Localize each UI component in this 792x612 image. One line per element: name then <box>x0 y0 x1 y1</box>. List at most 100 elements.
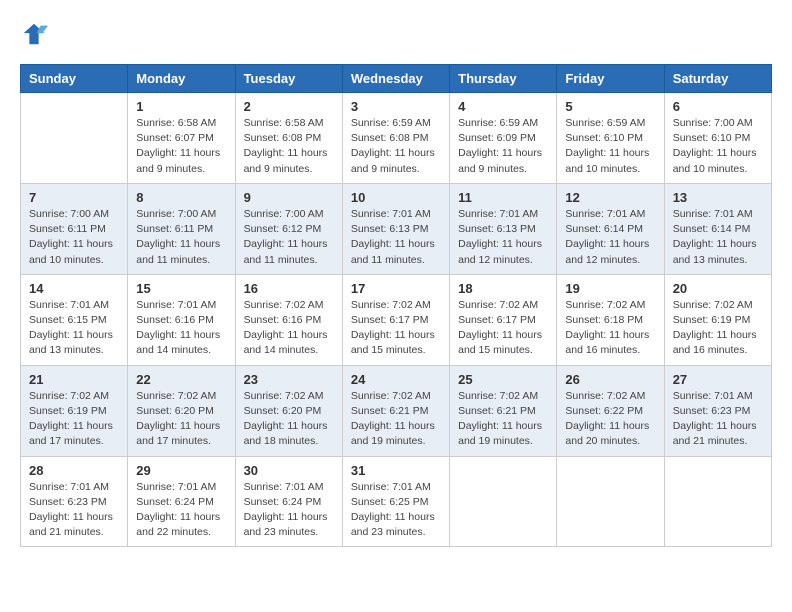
calendar-cell: 19 Sunrise: 7:02 AMSunset: 6:18 PMDayligh… <box>557 274 664 365</box>
day-info: Sunrise: 7:02 AMSunset: 6:17 PMDaylight:… <box>351 298 441 359</box>
day-number: 19 <box>565 281 655 296</box>
day-info: Sunrise: 6:59 AMSunset: 6:10 PMDaylight:… <box>565 116 655 177</box>
calendar-cell <box>21 93 128 184</box>
calendar-cell: 1 Sunrise: 6:58 AMSunset: 6:07 PMDaylight… <box>128 93 235 184</box>
day-info: Sunrise: 7:01 AMSunset: 6:24 PMDaylight:… <box>244 480 334 541</box>
calendar-cell: 11 Sunrise: 7:01 AMSunset: 6:13 PMDayligh… <box>450 183 557 274</box>
page-header <box>20 20 772 48</box>
calendar-cell: 21Sunrise: 7:02 AMSunset: 6:19 PMDayligh… <box>21 365 128 456</box>
day-info: Sunrise: 7:02 AMSunset: 6:21 PMDaylight:… <box>458 389 548 450</box>
calendar-cell <box>557 456 664 547</box>
day-number: 28 <box>29 463 119 478</box>
calendar-cell: 14Sunrise: 7:01 AMSunset: 6:15 PMDayligh… <box>21 274 128 365</box>
calendar-cell <box>664 456 771 547</box>
calendar-cell: 3 Sunrise: 6:59 AMSunset: 6:08 PMDaylight… <box>342 93 449 184</box>
day-info: Sunrise: 7:00 AMSunset: 6:10 PMDaylight:… <box>673 116 763 177</box>
day-info: Sunrise: 7:01 AMSunset: 6:14 PMDaylight:… <box>673 207 763 268</box>
day-number: 7 <box>29 190 119 205</box>
calendar-cell: 28 Sunrise: 7:01 AMSunset: 6:23 PMDayligh… <box>21 456 128 547</box>
weekday-header-thursday: Thursday <box>450 65 557 93</box>
calendar-cell <box>450 456 557 547</box>
day-number: 15 <box>136 281 226 296</box>
day-number: 4 <box>458 99 548 114</box>
calendar-cell: 12 Sunrise: 7:01 AMSunset: 6:14 PMDayligh… <box>557 183 664 274</box>
calendar-cell: 9Sunrise: 7:00 AMSunset: 6:12 PMDaylight… <box>235 183 342 274</box>
day-info: Sunrise: 7:02 AMSunset: 6:17 PMDaylight:… <box>458 298 548 359</box>
calendar-cell: 27 Sunrise: 7:01 AMSunset: 6:23 PMDayligh… <box>664 365 771 456</box>
calendar-cell: 23 Sunrise: 7:02 AMSunset: 6:20 PMDayligh… <box>235 365 342 456</box>
day-number: 1 <box>136 99 226 114</box>
day-info: Sunrise: 7:01 AMSunset: 6:13 PMDaylight:… <box>351 207 441 268</box>
logo-icon <box>20 20 48 48</box>
day-number: 26 <box>565 372 655 387</box>
day-number: 31 <box>351 463 441 478</box>
calendar-cell: 7 Sunrise: 7:00 AMSunset: 6:11 PMDaylight… <box>21 183 128 274</box>
calendar-cell: 20 Sunrise: 7:02 AMSunset: 6:19 PMDayligh… <box>664 274 771 365</box>
calendar-cell: 6Sunrise: 7:00 AMSunset: 6:10 PMDaylight… <box>664 93 771 184</box>
day-info: Sunrise: 7:02 AMSunset: 6:19 PMDaylight:… <box>673 298 763 359</box>
calendar-week-row: 1 Sunrise: 6:58 AMSunset: 6:07 PMDaylight… <box>21 93 772 184</box>
day-number: 23 <box>244 372 334 387</box>
calendar-cell: 24Sunrise: 7:02 AMSunset: 6:21 PMDayligh… <box>342 365 449 456</box>
calendar-cell: 30 Sunrise: 7:01 AMSunset: 6:24 PMDayligh… <box>235 456 342 547</box>
day-number: 2 <box>244 99 334 114</box>
day-number: 11 <box>458 190 548 205</box>
day-number: 20 <box>673 281 763 296</box>
day-number: 27 <box>673 372 763 387</box>
day-info: Sunrise: 7:01 AMSunset: 6:14 PMDaylight:… <box>565 207 655 268</box>
day-info: Sunrise: 7:01 AMSunset: 6:23 PMDaylight:… <box>29 480 119 541</box>
day-info: Sunrise: 7:01 AMSunset: 6:23 PMDaylight:… <box>673 389 763 450</box>
day-number: 5 <box>565 99 655 114</box>
weekday-header-tuesday: Tuesday <box>235 65 342 93</box>
day-info: Sunrise: 6:59 AMSunset: 6:09 PMDaylight:… <box>458 116 548 177</box>
calendar-cell: 22 Sunrise: 7:02 AMSunset: 6:20 PMDayligh… <box>128 365 235 456</box>
day-number: 16 <box>244 281 334 296</box>
day-info: Sunrise: 7:01 AMSunset: 6:24 PMDaylight:… <box>136 480 226 541</box>
day-number: 25 <box>458 372 548 387</box>
day-number: 30 <box>244 463 334 478</box>
day-info: Sunrise: 7:00 AMSunset: 6:11 PMDaylight:… <box>29 207 119 268</box>
day-number: 17 <box>351 281 441 296</box>
calendar-cell: 31 Sunrise: 7:01 AMSunset: 6:25 PMDayligh… <box>342 456 449 547</box>
day-info: Sunrise: 6:59 AMSunset: 6:08 PMDaylight:… <box>351 116 441 177</box>
day-info: Sunrise: 7:01 AMSunset: 6:25 PMDaylight:… <box>351 480 441 541</box>
day-info: Sunrise: 6:58 AMSunset: 6:07 PMDaylight:… <box>136 116 226 177</box>
calendar-week-row: 7 Sunrise: 7:00 AMSunset: 6:11 PMDaylight… <box>21 183 772 274</box>
day-info: Sunrise: 7:02 AMSunset: 6:20 PMDaylight:… <box>136 389 226 450</box>
calendar-cell: 25 Sunrise: 7:02 AMSunset: 6:21 PMDayligh… <box>450 365 557 456</box>
calendar-cell: 16 Sunrise: 7:02 AMSunset: 6:16 PMDayligh… <box>235 274 342 365</box>
calendar-table: SundayMondayTuesdayWednesdayThursdayFrid… <box>20 64 772 547</box>
calendar-cell: 26 Sunrise: 7:02 AMSunset: 6:22 PMDayligh… <box>557 365 664 456</box>
day-info: Sunrise: 7:02 AMSunset: 6:18 PMDaylight:… <box>565 298 655 359</box>
weekday-header-saturday: Saturday <box>664 65 771 93</box>
day-info: Sunrise: 7:02 AMSunset: 6:22 PMDaylight:… <box>565 389 655 450</box>
day-number: 3 <box>351 99 441 114</box>
calendar-week-row: 28 Sunrise: 7:01 AMSunset: 6:23 PMDayligh… <box>21 456 772 547</box>
calendar-week-row: 21Sunrise: 7:02 AMSunset: 6:19 PMDayligh… <box>21 365 772 456</box>
calendar-week-row: 14Sunrise: 7:01 AMSunset: 6:15 PMDayligh… <box>21 274 772 365</box>
calendar-cell: 15 Sunrise: 7:01 AMSunset: 6:16 PMDayligh… <box>128 274 235 365</box>
day-info: Sunrise: 7:00 AMSunset: 6:11 PMDaylight:… <box>136 207 226 268</box>
logo <box>20 20 52 48</box>
day-info: Sunrise: 7:02 AMSunset: 6:21 PMDaylight:… <box>351 389 441 450</box>
day-number: 29 <box>136 463 226 478</box>
weekday-header-sunday: Sunday <box>21 65 128 93</box>
day-number: 10 <box>351 190 441 205</box>
weekday-header-monday: Monday <box>128 65 235 93</box>
day-number: 12 <box>565 190 655 205</box>
calendar-cell: 29 Sunrise: 7:01 AMSunset: 6:24 PMDayligh… <box>128 456 235 547</box>
weekday-header-friday: Friday <box>557 65 664 93</box>
day-info: Sunrise: 7:01 AMSunset: 6:13 PMDaylight:… <box>458 207 548 268</box>
day-info: Sunrise: 7:01 AMSunset: 6:16 PMDaylight:… <box>136 298 226 359</box>
day-number: 18 <box>458 281 548 296</box>
calendar-cell: 10 Sunrise: 7:01 AMSunset: 6:13 PMDayligh… <box>342 183 449 274</box>
calendar-cell: 4 Sunrise: 6:59 AMSunset: 6:09 PMDaylight… <box>450 93 557 184</box>
day-number: 22 <box>136 372 226 387</box>
weekday-header-wednesday: Wednesday <box>342 65 449 93</box>
day-number: 8 <box>136 190 226 205</box>
day-number: 13 <box>673 190 763 205</box>
day-info: Sunrise: 7:02 AMSunset: 6:20 PMDaylight:… <box>244 389 334 450</box>
day-number: 9 <box>244 190 334 205</box>
weekday-header-row: SundayMondayTuesdayWednesdayThursdayFrid… <box>21 65 772 93</box>
day-info: Sunrise: 7:02 AMSunset: 6:16 PMDaylight:… <box>244 298 334 359</box>
